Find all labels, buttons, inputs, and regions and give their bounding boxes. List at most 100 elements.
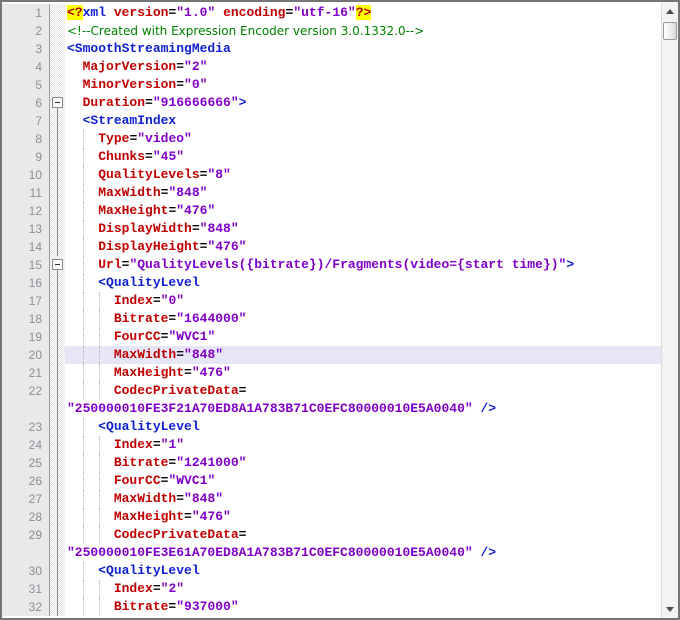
line-number[interactable]: 15	[2, 256, 50, 274]
line-number[interactable]: 1	[2, 4, 50, 22]
line-number[interactable]: 8	[2, 130, 50, 148]
fold-collapse-button[interactable]	[52, 259, 63, 270]
code-line[interactable]: 1 <?xml version="1.0" encoding="utf-16"?>	[2, 4, 661, 22]
code-line-text[interactable]: <QualityLevel	[65, 562, 661, 580]
line-number[interactable]: 16	[2, 274, 50, 292]
line-number[interactable]: 5	[2, 76, 50, 94]
code-line-text[interactable]: CodecPrivateData=	[65, 382, 661, 400]
code-line-text[interactable]: Index="1"	[65, 436, 661, 454]
code-line[interactable]: 5 MinorVersion="0"	[2, 76, 661, 94]
code-line-text[interactable]: Chunks="45"	[65, 148, 661, 166]
code-line-text[interactable]: Index="2"	[65, 580, 661, 598]
line-number[interactable]: 17	[2, 292, 50, 310]
line-number[interactable]: 19	[2, 328, 50, 346]
line-number[interactable]: 18	[2, 310, 50, 328]
scroll-up-button[interactable]	[662, 3, 678, 19]
code-line[interactable]: 18 Bitrate="1644000"	[2, 310, 661, 328]
code-line-text[interactable]: DisplayWidth="848"	[65, 220, 661, 238]
line-number[interactable]: 29	[2, 526, 50, 544]
code-line[interactable]: 3 <SmoothStreamingMedia	[2, 40, 661, 58]
code-line-text[interactable]: MinorVersion="0"	[65, 76, 661, 94]
code-line-text[interactable]: MaxHeight="476"	[65, 508, 661, 526]
line-number[interactable]	[2, 400, 50, 418]
code-line[interactable]: "250000010FE3E61A70ED8A1A783B71C0EFC8000…	[2, 544, 661, 562]
code-line-text[interactable]: CodecPrivateData=	[65, 526, 661, 544]
code-line-text[interactable]: QualityLevels="8"	[65, 166, 661, 184]
line-number[interactable]: 13	[2, 220, 50, 238]
line-number[interactable]: 30	[2, 562, 50, 580]
code-line-text[interactable]: Duration="916666666">	[65, 94, 661, 112]
code-line-text[interactable]: <QualityLevel	[65, 418, 661, 436]
line-number[interactable]: 10	[2, 166, 50, 184]
line-number[interactable]: 32	[2, 598, 50, 616]
code-line[interactable]: 10 QualityLevels="8"	[2, 166, 661, 184]
code-line[interactable]: 24 Index="1"	[2, 436, 661, 454]
code-line[interactable]: 21 MaxHeight="476"	[2, 364, 661, 382]
line-number[interactable]: 21	[2, 364, 50, 382]
line-number[interactable]	[2, 544, 50, 562]
code-line[interactable]: 4 MajorVersion="2"	[2, 58, 661, 76]
code-line-text[interactable]: "250000010FE3F21A70ED8A1A783B71C0EFC8000…	[65, 400, 661, 418]
code-line[interactable]: "250000010FE3F21A70ED8A1A783B71C0EFC8000…	[2, 400, 661, 418]
line-number[interactable]: 25	[2, 454, 50, 472]
code-line-text[interactable]: <SmoothStreamingMedia	[65, 40, 661, 58]
scrollbar-thumb[interactable]	[663, 22, 677, 40]
code-line-text[interactable]: <StreamIndex	[65, 112, 661, 130]
code-line-text[interactable]: Type="video"	[65, 130, 661, 148]
code-line[interactable]: 16 <QualityLevel	[2, 274, 661, 292]
code-line[interactable]: 2 <!--Created with Expression Encoder ver…	[2, 22, 661, 40]
code-line[interactable]: 22 CodecPrivateData=	[2, 382, 661, 400]
code-line-text[interactable]: <!--Created with Expression Encoder vers…	[65, 22, 661, 40]
code-line-text[interactable]: MaxWidth="848"	[65, 184, 661, 202]
line-number[interactable]: 24	[2, 436, 50, 454]
code-line[interactable]: 26 FourCC="WVC1"	[2, 472, 661, 490]
code-line[interactable]: 15 Url="QualityLevels({bitrate})/Fragmen…	[2, 256, 661, 274]
line-number[interactable]: 27	[2, 490, 50, 508]
code-line[interactable]: 6 Duration="916666666">	[2, 94, 661, 112]
code-line-text[interactable]: MajorVersion="2"	[65, 58, 661, 76]
code-line-text[interactable]: Bitrate="1644000"	[65, 310, 661, 328]
code-line[interactable]: 9 Chunks="45"	[2, 148, 661, 166]
code-line[interactable]: 12 MaxHeight="476"	[2, 202, 661, 220]
code-line-text[interactable]: Bitrate="1241000"	[65, 454, 661, 472]
code-line-text[interactable]: FourCC="WVC1"	[65, 472, 661, 490]
vertical-scrollbar[interactable]	[661, 2, 678, 618]
line-number[interactable]: 12	[2, 202, 50, 220]
code-line[interactable]: 14 DisplayHeight="476"	[2, 238, 661, 256]
code-line[interactable]: 19 FourCC="WVC1"	[2, 328, 661, 346]
line-number[interactable]: 3	[2, 40, 50, 58]
code-line[interactable]: 17 Index="0"	[2, 292, 661, 310]
line-number[interactable]: 11	[2, 184, 50, 202]
code-line-text[interactable]: DisplayHeight="476"	[65, 238, 661, 256]
code-line[interactable]: 11 MaxWidth="848"	[2, 184, 661, 202]
line-number[interactable]: 7	[2, 112, 50, 130]
line-number[interactable]: 26	[2, 472, 50, 490]
code-line-text[interactable]: FourCC="WVC1"	[65, 328, 661, 346]
code-line[interactable]: 32 Bitrate="937000"	[2, 598, 661, 616]
line-number[interactable]: 14	[2, 238, 50, 256]
code-line-text[interactable]: <?xml version="1.0" encoding="utf-16"?>	[65, 4, 661, 22]
scroll-down-button[interactable]	[662, 601, 678, 617]
code-line-text[interactable]: <QualityLevel	[65, 274, 661, 292]
code-line[interactable]: 8 Type="video"	[2, 130, 661, 148]
line-number[interactable]: 31	[2, 580, 50, 598]
code-line-text[interactable]: Index="0"	[65, 292, 661, 310]
code-line-text[interactable]: Bitrate="937000"	[65, 598, 661, 616]
code-line[interactable]: 27 MaxWidth="848"	[2, 490, 661, 508]
code-line-text[interactable]: "250000010FE3E61A70ED8A1A783B71C0EFC8000…	[65, 544, 661, 562]
code-line-text[interactable]: MaxHeight="476"	[65, 202, 661, 220]
code-line[interactable]: 30 <QualityLevel	[2, 562, 661, 580]
code-line-text[interactable]: MaxWidth="848"	[65, 490, 661, 508]
code-line-text[interactable]: Url="QualityLevels({bitrate})/Fragments(…	[65, 256, 661, 274]
line-number[interactable]: 9	[2, 148, 50, 166]
code-line[interactable]: 31 Index="2"	[2, 580, 661, 598]
code-line-text[interactable]: MaxWidth="848"	[65, 346, 661, 364]
code-area[interactable]: 1 <?xml version="1.0" encoding="utf-16"?>…	[2, 2, 661, 618]
line-number[interactable]: 28	[2, 508, 50, 526]
code-line[interactable]: 7 <StreamIndex	[2, 112, 661, 130]
code-line[interactable]: 23 <QualityLevel	[2, 418, 661, 436]
code-line-text[interactable]: MaxHeight="476"	[65, 364, 661, 382]
code-line[interactable]: 28 MaxHeight="476"	[2, 508, 661, 526]
line-number[interactable]: 22	[2, 382, 50, 400]
line-number[interactable]: 20	[2, 346, 50, 364]
